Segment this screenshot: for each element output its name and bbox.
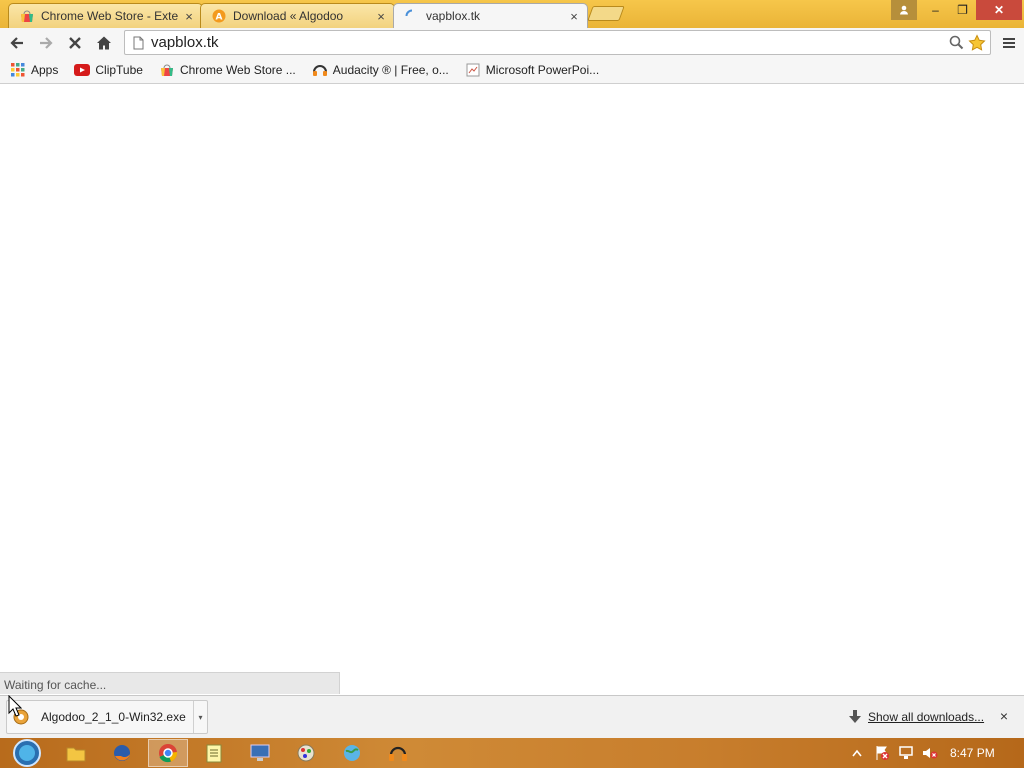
stop-icon[interactable] (63, 31, 87, 55)
download-arrow-icon (848, 710, 862, 724)
toolbar: vapblox.tk (0, 28, 1024, 57)
close-icon[interactable]: × (182, 9, 196, 24)
close-icon[interactable]: × (374, 9, 388, 24)
tab-title: Chrome Web Store - Exte (41, 9, 179, 23)
bookmark-powerpoint[interactable]: Microsoft PowerPoi... (461, 59, 603, 81)
powerpoint-icon (465, 62, 481, 78)
close-icon[interactable]: × (567, 9, 581, 24)
chevron-down-icon[interactable]: ▾ (193, 701, 207, 733)
home-icon[interactable] (92, 31, 116, 55)
taskbar-clock[interactable]: 8:47 PM (950, 746, 995, 760)
globe-icon[interactable] (332, 739, 372, 767)
notepad-icon[interactable] (194, 739, 234, 767)
page-content (0, 85, 1024, 695)
close-icon[interactable]: × (996, 708, 1012, 724)
restore-button[interactable]: ❐ (949, 0, 976, 20)
back-icon[interactable] (5, 31, 29, 55)
chrome-icon[interactable] (148, 739, 188, 767)
address-bar[interactable]: vapblox.tk (124, 30, 991, 55)
bookmark-label: Chrome Web Store ... (179, 63, 296, 77)
show-hidden-icons-icon[interactable] (848, 744, 866, 762)
audacity-icon[interactable] (378, 739, 418, 767)
volume-muted-icon[interactable] (921, 744, 939, 762)
tab-title: vapblox.tk (426, 9, 481, 23)
bookmark-chrome-web-store[interactable]: Chrome Web Store ... (155, 59, 300, 81)
remote-desktop-icon[interactable] (240, 739, 280, 767)
status-bubble: Waiting for cache... (0, 672, 340, 694)
download-item[interactable]: Algodoo_2_1_0-Win32.exe ▾ (6, 700, 208, 734)
apps-grid-icon (10, 62, 26, 78)
bookmark-label: Microsoft PowerPoi... (485, 63, 600, 77)
network-icon[interactable] (897, 744, 915, 762)
start-button[interactable] (8, 738, 46, 768)
firefox-icon[interactable] (102, 739, 142, 767)
title-bar: Chrome Web Store - Exte × A Download « A… (0, 0, 1024, 28)
algodoo-icon: A (211, 8, 227, 24)
bookmark-audacity[interactable]: Audacity ® | Free, o... (308, 59, 453, 81)
action-center-icon[interactable] (873, 744, 891, 762)
bookmarks-bar: Apps ClipTube Chrome Web Store ... Audac… (0, 57, 1024, 84)
loading-spinner-icon (404, 8, 420, 24)
menu-icon[interactable] (997, 31, 1021, 55)
bookmark-label: Apps (31, 63, 59, 77)
chrome-web-store-icon (19, 8, 35, 24)
forward-icon[interactable] (34, 31, 58, 55)
chrome-web-store-icon (159, 62, 175, 78)
svg-text:A: A (216, 13, 223, 23)
download-file-name: Algodoo_2_1_0-Win32.exe (41, 710, 186, 724)
search-icon[interactable] (946, 33, 966, 53)
taskbar: 8:47 PM (0, 738, 1024, 768)
audacity-icon (312, 62, 328, 78)
paint-icon[interactable] (286, 739, 326, 767)
tab-title: Download « Algodoo (233, 9, 344, 23)
bookmark-label: ClipTube (95, 63, 143, 77)
page-icon (129, 34, 147, 52)
new-tab-button[interactable] (587, 6, 625, 21)
tab-vapblox[interactable]: vapblox.tk × (393, 3, 588, 28)
minimize-button[interactable]: – (922, 0, 949, 20)
show-all-downloads-link[interactable]: Show all downloads... (868, 710, 984, 724)
url-text[interactable]: vapblox.tk (151, 34, 946, 51)
bookmark-cliptube[interactable]: ClipTube (70, 59, 147, 81)
mouse-cursor-icon (8, 694, 23, 717)
bookmark-label: Audacity ® | Free, o... (332, 63, 449, 77)
bookmark-apps[interactable]: Apps (6, 59, 62, 81)
window-close-button[interactable]: ✕ (976, 0, 1022, 20)
tab-chrome-web-store[interactable]: Chrome Web Store - Exte × (8, 3, 203, 28)
download-shelf: Algodoo_2_1_0-Win32.exe ▾ Show all downl… (0, 695, 1024, 738)
user-icon[interactable] (891, 0, 917, 20)
star-icon[interactable] (966, 32, 988, 54)
tab-algodoo[interactable]: A Download « Algodoo × (200, 3, 395, 28)
youtube-icon (74, 62, 91, 78)
show-all-downloads[interactable]: Show all downloads... (848, 710, 984, 724)
file-explorer-icon[interactable] (56, 739, 96, 767)
